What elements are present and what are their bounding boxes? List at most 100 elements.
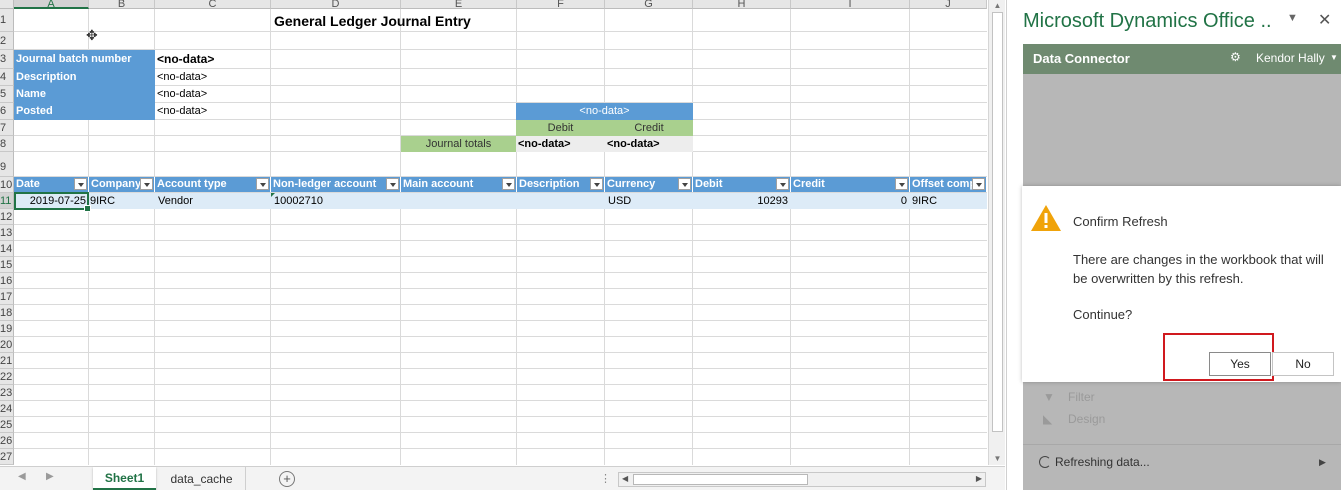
- cell-currency[interactable]: USD: [605, 193, 693, 209]
- row-header-5[interactable]: 5: [0, 86, 14, 103]
- credit-label[interactable]: Credit: [605, 120, 693, 136]
- row-header-9[interactable]: 9: [0, 152, 14, 177]
- column-header-d[interactable]: D: [271, 0, 401, 9]
- vertical-scroll-thumb[interactable]: [992, 12, 1003, 432]
- totals-header[interactable]: <no-data>: [516, 103, 693, 120]
- tab-sheet1[interactable]: Sheet1: [93, 467, 156, 490]
- row-header-3[interactable]: 3: [0, 50, 14, 69]
- scroll-right-icon[interactable]: ▶: [976, 474, 982, 483]
- scroll-left-icon[interactable]: ◀: [622, 474, 628, 483]
- filter-dropdown-icon[interactable]: [590, 178, 603, 190]
- row-header-12[interactable]: 12: [0, 209, 14, 225]
- horizontal-scroll-thumb[interactable]: [633, 474, 808, 485]
- column-header-f[interactable]: F: [517, 0, 605, 9]
- add-sheet-icon[interactable]: +: [279, 471, 295, 487]
- name-label[interactable]: Name: [14, 86, 155, 103]
- vertical-scrollbar[interactable]: ▲ ▼: [988, 0, 1005, 465]
- row-header-13[interactable]: 13: [0, 225, 14, 241]
- filter-dropdown-icon[interactable]: [256, 178, 269, 190]
- table-header-main-account[interactable]: Main account: [401, 177, 517, 192]
- filter-dropdown-icon[interactable]: [502, 178, 515, 190]
- previous-sheet-icon[interactable]: ◀: [18, 471, 26, 482]
- row-header-20[interactable]: 20: [0, 337, 14, 353]
- row-header-21[interactable]: 21: [0, 353, 14, 369]
- filter-dropdown-icon[interactable]: [74, 178, 87, 190]
- caret-down-icon[interactable]: ▼: [1330, 53, 1338, 62]
- row-header-25[interactable]: 25: [0, 417, 14, 433]
- row-header-7[interactable]: 7: [0, 120, 14, 136]
- credit-total-value[interactable]: <no-data>: [605, 136, 693, 152]
- cell-main-account[interactable]: [401, 193, 517, 209]
- cell-description[interactable]: [517, 193, 605, 209]
- batch-number-label[interactable]: Journal batch number: [14, 50, 155, 68]
- column-header-i[interactable]: I: [791, 0, 910, 9]
- row-header-10[interactable]: 10: [0, 177, 14, 193]
- name-value[interactable]: <no-data>: [155, 86, 209, 103]
- column-header-c[interactable]: C: [155, 0, 271, 9]
- row-header-2[interactable]: 2: [0, 32, 14, 50]
- table-header-currency[interactable]: Currency: [605, 177, 693, 192]
- description-value[interactable]: <no-data>: [155, 69, 209, 86]
- cell-account-type[interactable]: Vendor: [155, 193, 271, 209]
- no-button[interactable]: No: [1272, 352, 1334, 376]
- row-header-27[interactable]: 27: [0, 449, 14, 465]
- filter-label[interactable]: Filter: [1068, 390, 1095, 404]
- table-header-account-type[interactable]: Account type: [155, 177, 271, 192]
- worksheet-grid[interactable]: A B C D E F G H I J 1 2 3 4 5 6 7 8 9 10…: [0, 0, 987, 465]
- row-header-1[interactable]: 1: [0, 9, 14, 32]
- filter-dropdown-icon[interactable]: [776, 178, 789, 190]
- row-header-18[interactable]: 18: [0, 305, 14, 321]
- batch-number-value[interactable]: <no-data>: [155, 50, 216, 69]
- tab-split-handle[interactable]: ⋮: [600, 472, 611, 485]
- row-header-26[interactable]: 26: [0, 433, 14, 449]
- debit-label[interactable]: Debit: [516, 120, 605, 136]
- column-header-h[interactable]: H: [693, 0, 791, 9]
- column-header-e[interactable]: E: [401, 0, 517, 9]
- cell-company[interactable]: 9IRC: [89, 193, 155, 209]
- gear-icon[interactable]: ⚙: [1230, 50, 1241, 64]
- posted-value[interactable]: <no-data>: [155, 103, 209, 120]
- cell-offset-company[interactable]: 9IRC: [910, 193, 987, 209]
- table-header-description[interactable]: Description: [517, 177, 605, 192]
- column-header-j[interactable]: J: [910, 0, 987, 9]
- row-header-23[interactable]: 23: [0, 385, 14, 401]
- filter-dropdown-icon[interactable]: [386, 178, 399, 190]
- posted-label[interactable]: Posted: [14, 103, 155, 120]
- table-header-offset-company[interactable]: Offset compa: [910, 177, 987, 192]
- row-header-19[interactable]: 19: [0, 321, 14, 337]
- column-header-g[interactable]: G: [605, 0, 693, 9]
- user-menu[interactable]: Kendor Hally: [1256, 51, 1325, 65]
- row-header-8[interactable]: 8: [0, 136, 14, 152]
- table-header-credit[interactable]: Credit: [791, 177, 910, 192]
- column-header-b[interactable]: B: [89, 0, 155, 9]
- row-header-11[interactable]: 11: [0, 193, 14, 209]
- close-icon[interactable]: ✕: [1318, 10, 1331, 30]
- row-header-6[interactable]: 6: [0, 103, 14, 120]
- cell-debit[interactable]: 10293: [693, 193, 791, 209]
- design-label[interactable]: Design: [1068, 412, 1105, 426]
- row-header-16[interactable]: 16: [0, 273, 14, 289]
- description-label[interactable]: Description: [14, 68, 155, 86]
- horizontal-scrollbar[interactable]: ◀ ▶: [618, 472, 986, 487]
- table-header-company[interactable]: Company: [89, 177, 155, 192]
- row-header-14[interactable]: 14: [0, 241, 14, 257]
- next-sheet-icon[interactable]: ▶: [46, 471, 54, 482]
- tab-data-cache[interactable]: data_cache: [158, 467, 246, 490]
- yes-button[interactable]: Yes: [1209, 352, 1271, 376]
- sheet-title[interactable]: General Ledger Journal Entry: [272, 11, 473, 31]
- table-header-date[interactable]: Date: [14, 177, 89, 192]
- filter-dropdown-icon[interactable]: [972, 178, 985, 190]
- journal-totals-label[interactable]: Journal totals: [401, 136, 516, 152]
- debit-total-value[interactable]: <no-data>: [516, 136, 605, 152]
- row-header-24[interactable]: 24: [0, 401, 14, 417]
- active-cell-selection[interactable]: [14, 192, 91, 212]
- select-all-corner[interactable]: [0, 0, 14, 9]
- table-header-non-ledger-account[interactable]: Non-ledger account: [271, 177, 401, 192]
- cell-non-ledger-account[interactable]: 10002710: [271, 193, 401, 209]
- play-icon[interactable]: ▶: [1319, 457, 1326, 468]
- table-header-debit[interactable]: Debit: [693, 177, 791, 192]
- filter-dropdown-icon[interactable]: [895, 178, 908, 190]
- row-header-17[interactable]: 17: [0, 289, 14, 305]
- scroll-down-icon[interactable]: ▼: [989, 453, 1006, 464]
- row-header-22[interactable]: 22: [0, 369, 14, 385]
